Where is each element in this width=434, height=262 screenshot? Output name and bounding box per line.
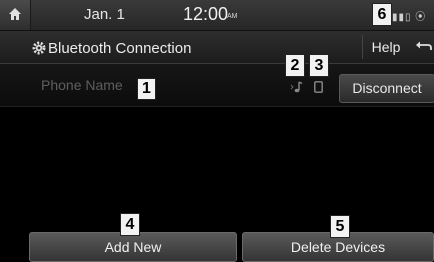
callout-3: 3 <box>309 54 329 77</box>
disconnect-button[interactable]: Disconnect <box>339 74 434 103</box>
phone-name-label: Phone Name <box>41 77 123 93</box>
device-list-item[interactable]: Phone Name Disconnect <box>0 64 434 107</box>
gear-icon <box>32 41 46 55</box>
bluetooth-audio-icon <box>290 81 303 93</box>
page-title: Bluetooth Connection <box>48 40 192 57</box>
bluetooth-connection-screen: Jan. 1 12:00 AM ▮▮▯ ⦿ Bluetooth Connecti… <box>0 0 434 262</box>
callout-1: 1 <box>137 78 156 100</box>
date-display: Jan. 1 <box>84 6 125 23</box>
signal-bluetooth-icons: ▮▮▯ ⦿ <box>392 12 427 23</box>
ampm-indicator: AM <box>227 13 238 20</box>
status-bar: Jan. 1 12:00 AM ▮▮▯ ⦿ <box>0 0 434 31</box>
home-button[interactable] <box>0 0 31 30</box>
help-button[interactable]: Help <box>362 35 409 59</box>
callout-2: 2 <box>285 54 305 77</box>
home-icon <box>9 8 21 20</box>
callout-6: 6 <box>372 3 392 26</box>
handsfree-phone-icon <box>314 81 323 93</box>
back-button[interactable] <box>412 35 434 59</box>
callout-4: 4 <box>120 213 140 236</box>
back-arrow-icon <box>416 41 432 50</box>
callout-5: 5 <box>330 215 350 238</box>
title-bar: Bluetooth Connection Help <box>0 31 434 64</box>
time-display: 12:00 <box>183 4 229 24</box>
add-new-button[interactable]: Add New <box>29 232 237 262</box>
